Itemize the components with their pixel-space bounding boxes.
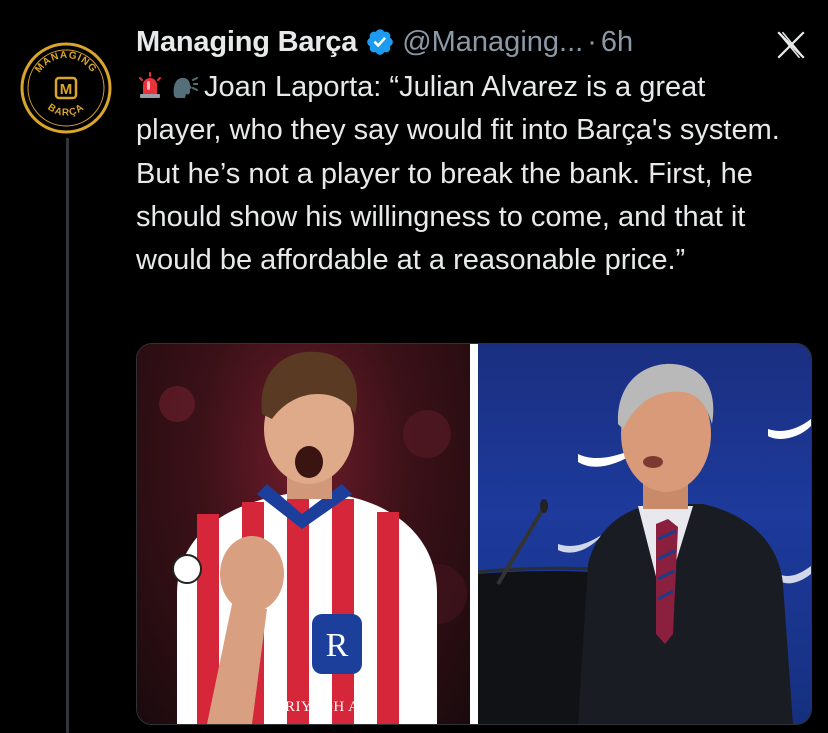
speaking-head-emoji [170,72,198,100]
media-divider [470,344,478,724]
separator: · [587,25,597,58]
tweet-header: Managing Barça @Managing... · 6h [136,22,633,62]
managing-barca-logo: MANAGING BARÇA M [20,42,112,134]
x-logo-icon[interactable] [774,28,808,62]
image-caption: RIYADH AIR [285,699,376,715]
svg-text:R: R [326,627,349,664]
verified-badge-icon [365,27,395,57]
player-photo: R [159,351,467,724]
tweet-body: Joan Laporta: “Julian Alvarez is a great… [136,66,796,282]
thread-line [66,134,69,733]
media-image-player[interactable]: R RIYADH AIR [137,344,470,724]
media-grid: R RIYADH AIR [136,343,812,725]
siren-emoji [136,72,164,100]
avatar[interactable]: MANAGING BARÇA M [16,38,116,138]
media-image-speaker[interactable] [478,344,811,724]
tweet-text: Joan Laporta: “Julian Alvarez is a great… [136,71,780,277]
author-name[interactable]: Managing Barça [136,26,357,59]
speaker-photo [478,363,811,724]
timestamp[interactable]: 6h [601,26,633,59]
author-handle[interactable]: @Managing... [402,26,583,59]
logo-monogram: M [60,81,73,98]
